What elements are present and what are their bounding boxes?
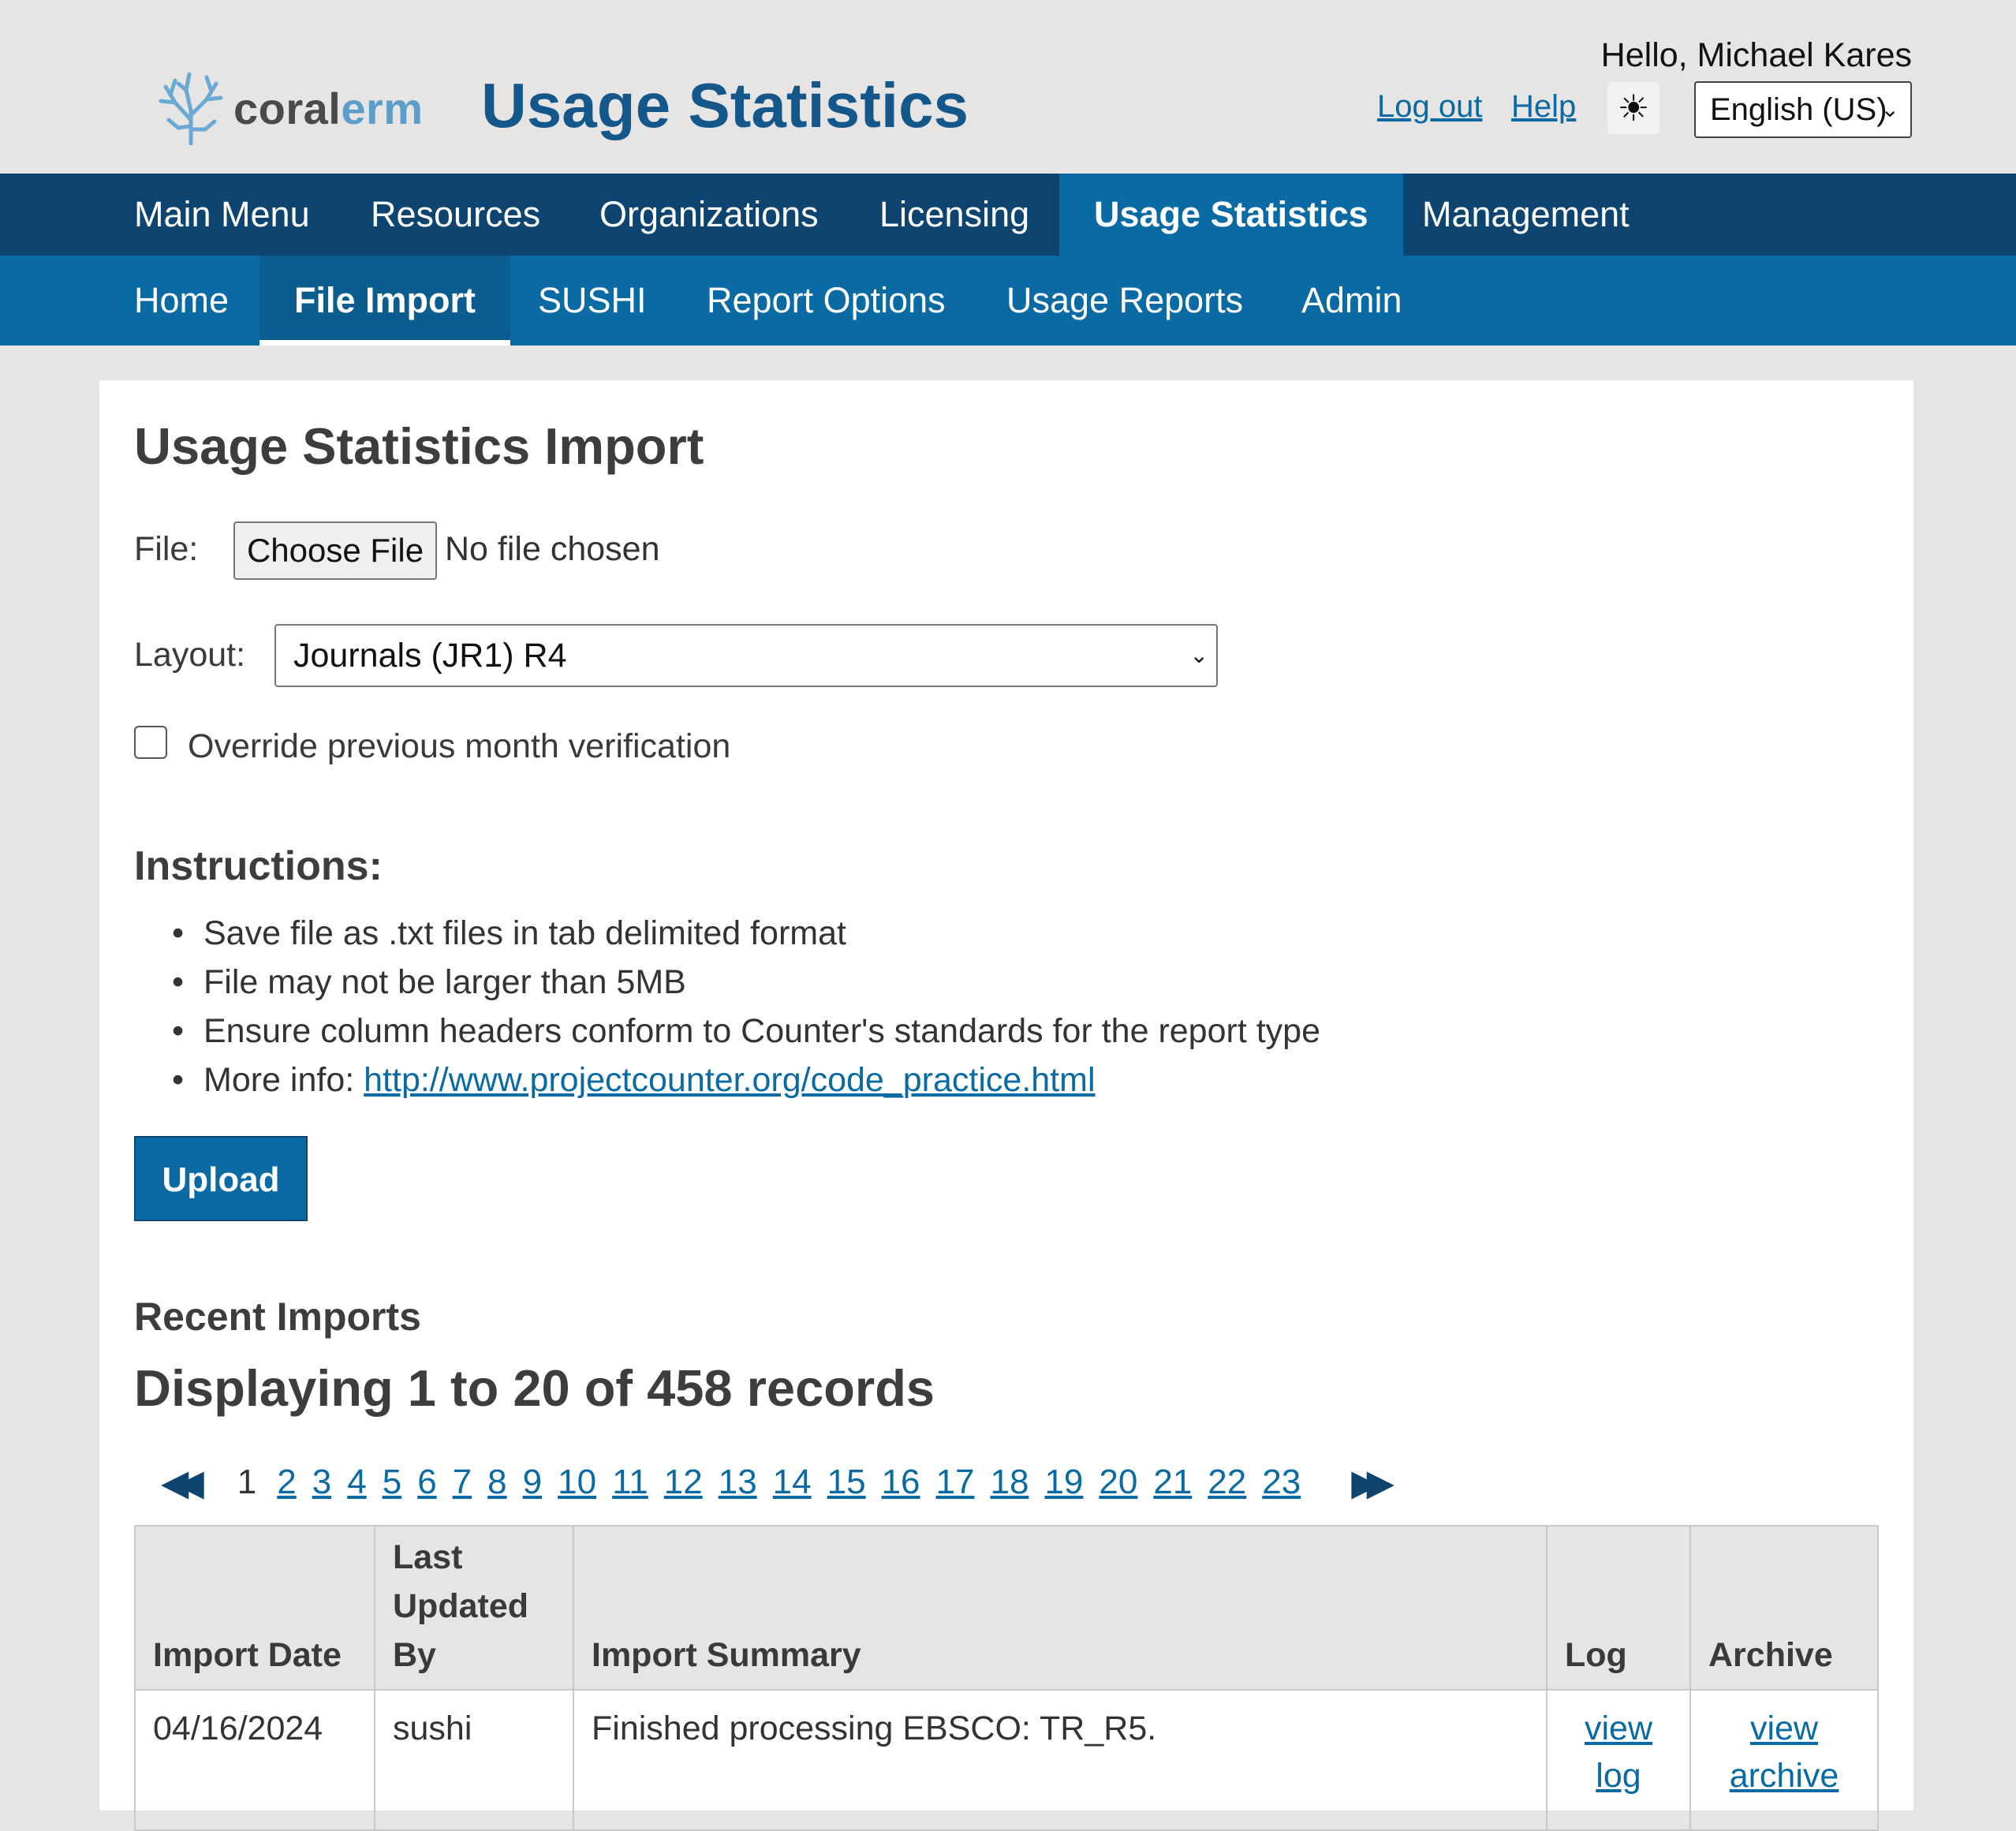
chevron-down-icon: ⌄: [1880, 97, 1899, 121]
subnav-report-options[interactable]: Report Options: [707, 256, 946, 346]
nav-management[interactable]: Management: [1422, 174, 1630, 256]
instructions-heading: Instructions:: [134, 843, 383, 889]
site-header: coralerm Usage Statistics Hello, Michael…: [0, 0, 2016, 174]
file-status-text: No file chosen: [445, 530, 660, 568]
view-log-link[interactable]: view log: [1585, 1710, 1652, 1795]
current-page: 1: [237, 1463, 257, 1501]
file-label: File:: [134, 530, 199, 568]
logo-wordmark-coral: coral: [233, 83, 342, 133]
help-link[interactable]: Help: [1511, 89, 1576, 125]
page-link[interactable]: 5: [383, 1463, 401, 1502]
more-info-label: More info:: [203, 1061, 364, 1099]
page-link[interactable]: 21: [1153, 1463, 1192, 1502]
main-nav: Main Menu Resources Organizations Licens…: [0, 174, 2016, 256]
app-title: Usage Statistics: [481, 70, 969, 140]
subnav-usage-reports[interactable]: Usage Reports: [1006, 256, 1243, 346]
cell-updated-by: sushi: [374, 1689, 574, 1831]
page-link[interactable]: 10: [558, 1463, 596, 1502]
subnav-home[interactable]: Home: [134, 256, 229, 346]
coral-icon: [159, 72, 223, 145]
page-link[interactable]: 18: [990, 1463, 1029, 1502]
page-link[interactable]: 7: [453, 1463, 472, 1502]
page-link[interactable]: 14: [773, 1463, 812, 1502]
sun-icon: ☀: [1617, 88, 1650, 129]
page-link[interactable]: 19: [1044, 1463, 1083, 1502]
logo-wordmark: coralerm: [233, 83, 424, 134]
recent-imports-table: Import Date Last Updated By Import Summa…: [134, 1525, 1879, 1831]
instructions-list: Save file as .txt files in tab delimited…: [134, 909, 1320, 1104]
nav-resources[interactable]: Resources: [371, 174, 540, 256]
page-link[interactable]: 16: [882, 1463, 920, 1502]
col-import-summary[interactable]: Import Summary: [573, 1525, 1547, 1691]
page-link[interactable]: 11: [612, 1463, 648, 1502]
page-link[interactable]: 22: [1208, 1463, 1246, 1502]
page-link[interactable]: 13: [719, 1463, 757, 1502]
col-last-updated-by[interactable]: Last Updated By: [374, 1525, 574, 1691]
records-count-heading: Displaying 1 to 20 of 458 records: [134, 1359, 935, 1417]
page-link[interactable]: 12: [664, 1463, 703, 1502]
page-link[interactable]: 9: [523, 1463, 542, 1502]
instruction-item: Ensure column headers conform to Counter…: [134, 1007, 1320, 1056]
logo-wordmark-erm: erm: [341, 83, 424, 133]
instruction-item: More info: http://www.projectcounter.org…: [134, 1056, 1320, 1104]
last-page-icon[interactable]: ▶▶: [1351, 1461, 1394, 1504]
chevron-down-icon: ⌄: [1189, 643, 1208, 667]
cell-import-date: 04/16/2024: [134, 1689, 375, 1831]
page-link[interactable]: 20: [1099, 1463, 1137, 1502]
pagination: ◀◀ 1 2 3 4 5 6 7 8 9 10 11 12 13 14 15 1…: [161, 1456, 1394, 1508]
page-link[interactable]: 2: [277, 1463, 296, 1502]
override-checkbox[interactable]: [134, 726, 167, 759]
col-import-date[interactable]: Import Date: [134, 1525, 375, 1691]
upload-button[interactable]: Upload: [134, 1136, 308, 1221]
theme-toggle-button[interactable]: ☀: [1607, 82, 1659, 134]
page-link[interactable]: 23: [1262, 1463, 1301, 1502]
coralerm-logo[interactable]: coralerm: [155, 71, 424, 145]
page-link[interactable]: 6: [417, 1463, 436, 1502]
language-select[interactable]: English (US) ⌄: [1694, 81, 1912, 138]
col-log: Log: [1546, 1525, 1691, 1691]
recent-imports-heading: Recent Imports: [134, 1295, 421, 1339]
page-link[interactable]: 4: [347, 1463, 366, 1502]
nav-organizations[interactable]: Organizations: [599, 174, 819, 256]
table-row: 04/16/2024 sushi Finished processing EBS…: [134, 1689, 1879, 1831]
logout-link[interactable]: Log out: [1377, 89, 1482, 125]
language-value: English (US): [1710, 92, 1887, 127]
subnav-sushi[interactable]: SUSHI: [538, 256, 647, 346]
counter-code-practice-link[interactable]: http://www.projectcounter.org/code_pract…: [364, 1061, 1095, 1099]
view-archive-link[interactable]: view archive: [1730, 1710, 1839, 1795]
table-header-row: Import Date Last Updated By Import Summa…: [134, 1525, 1879, 1691]
cell-log: view log: [1546, 1689, 1691, 1831]
page-title: Usage Statistics Import: [134, 417, 704, 475]
user-greeting: Hello, Michael Kares: [1600, 36, 1912, 74]
cell-import-summary: Finished processing EBSCO: TR_R5.: [573, 1689, 1547, 1831]
subnav-file-import[interactable]: File Import: [259, 256, 511, 346]
cell-archive: view archive: [1689, 1689, 1879, 1831]
page-link[interactable]: 8: [487, 1463, 506, 1502]
layout-value: Journals (JR1) R4: [293, 637, 567, 674]
instruction-item: Save file as .txt files in tab delimited…: [134, 909, 1320, 958]
first-page-icon[interactable]: ◀◀: [161, 1461, 204, 1504]
subnav-admin[interactable]: Admin: [1301, 256, 1402, 346]
layout-label: Layout:: [134, 636, 246, 674]
nav-main-menu[interactable]: Main Menu: [134, 174, 310, 256]
instruction-item: File may not be larger than 5MB: [134, 958, 1320, 1007]
col-archive: Archive: [1689, 1525, 1879, 1691]
page-link[interactable]: 17: [936, 1463, 975, 1502]
sub-nav: Home File Import SUSHI Report Options Us…: [0, 256, 2016, 346]
page-link[interactable]: 15: [827, 1463, 866, 1502]
nav-licensing[interactable]: Licensing: [879, 174, 1029, 256]
page-link[interactable]: 3: [312, 1463, 331, 1502]
layout-select[interactable]: Journals (JR1) R4 ⌄: [274, 624, 1218, 687]
override-label[interactable]: Override previous month verification: [188, 727, 730, 766]
choose-file-button[interactable]: Choose File: [233, 521, 437, 580]
nav-usage-statistics[interactable]: Usage Statistics: [1059, 174, 1403, 256]
